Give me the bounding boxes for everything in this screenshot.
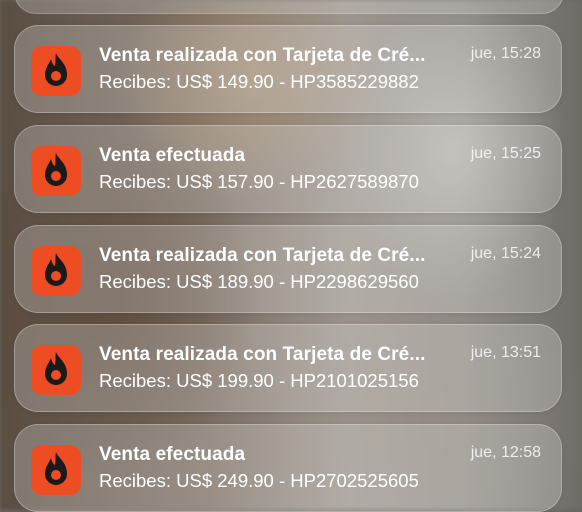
notification-card[interactable]: Venta efectuada jue, 15:25 Recibes: US$ … [14,125,562,213]
hotmart-flame-icon [31,146,81,196]
notification-title: Venta efectuada [99,444,246,465]
notification-title: Venta realizada con Tarjeta de Cré... [99,45,426,66]
notification-partial[interactable] [14,0,564,14]
notification-time: jue, 15:25 [470,145,541,162]
notification-body: Recibes: US$ 189.90 - HP2298629560 [99,271,419,292]
notification-card[interactable]: Venta realizada con Tarjeta de Cré... ju… [14,324,562,412]
notification-body: Recibes: US$ 199.90 - HP2101025156 [99,370,419,391]
notification-card[interactable]: Venta realizada con Tarjeta de Cré... ju… [14,25,562,113]
notification-body: Recibes: US$ 149.90 - HP3585229882 [99,71,419,92]
notification-time: jue, 12:58 [470,444,541,461]
notification-time: jue, 13:51 [470,344,541,361]
notification-title: Venta efectuada [99,145,246,166]
notification-body: Recibes: US$ 157.90 - HP2627589870 [99,171,419,192]
hotmart-flame-icon [31,46,81,96]
notification-time: jue, 15:24 [470,245,541,262]
hotmart-flame-icon [31,345,81,395]
notification-card[interactable]: Venta realizada con Tarjeta de Cré... ju… [14,225,562,313]
hotmart-flame-icon [31,246,81,296]
notification-body: Recibes: US$ 249.90 - HP2702525605 [99,470,419,491]
hotmart-flame-icon [31,445,81,495]
notification-title: Venta realizada con Tarjeta de Cré... [99,344,426,365]
notification-title: Venta realizada con Tarjeta de Cré... [99,245,426,266]
notification-time: jue, 15:28 [470,45,541,62]
notification-card[interactable]: Venta efectuada jue, 12:58 Recibes: US$ … [14,424,562,512]
